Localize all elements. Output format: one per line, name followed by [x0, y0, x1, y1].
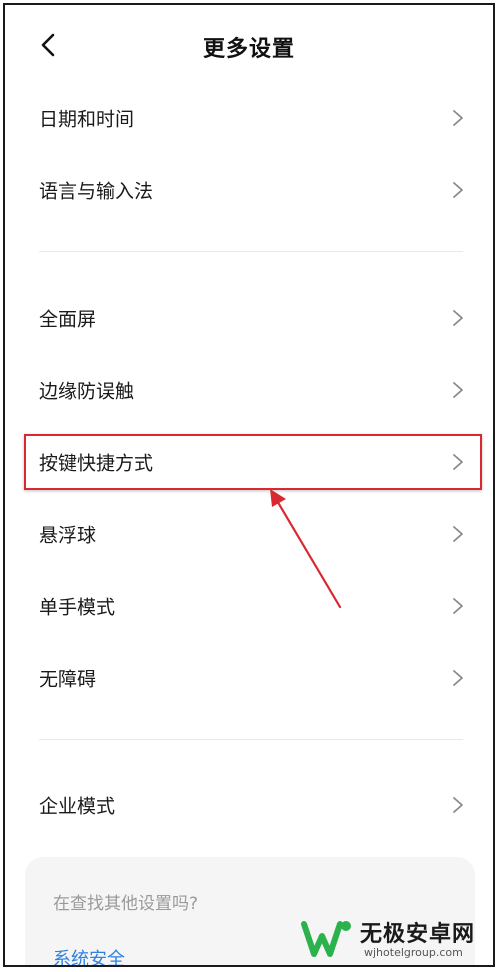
red-arrow-icon: [270, 489, 342, 609]
settings-item-label: 悬浮球: [39, 524, 97, 547]
chevron-right-icon: [453, 382, 463, 398]
group-divider: [39, 739, 463, 740]
watermark: 无极安卓网 wjhotelgroup.com: [300, 912, 496, 968]
chevron-right-icon: [453, 110, 463, 126]
settings-item-label: 全面屏: [39, 308, 97, 331]
settings-item-label: 企业模式: [39, 795, 116, 818]
highlight-box: [24, 434, 482, 490]
chevron-right-icon: [453, 670, 463, 686]
system-security-link[interactable]: 系统安全: [53, 945, 125, 965]
settings-item-date-time[interactable]: 日期和时间: [5, 88, 493, 148]
settings-item-label: 语言与输入法: [39, 180, 154, 203]
chevron-right-icon: [453, 797, 463, 813]
watermark-logo-icon: [301, 921, 351, 957]
chevron-right-icon: [453, 310, 463, 326]
search-card-title: 在查找其他设置吗?: [53, 894, 199, 914]
settings-item-language-input[interactable]: 语言与输入法: [5, 160, 493, 220]
watermark-url: wjhotelgroup.com: [364, 946, 463, 959]
settings-item-full-screen[interactable]: 全面屏: [5, 288, 493, 348]
chevron-right-icon: [453, 598, 463, 614]
settings-item-label: 边缘防误触: [39, 380, 135, 403]
settings-item-edge-touch[interactable]: 边缘防误触: [5, 360, 493, 420]
settings-item-label: 单手模式: [39, 596, 116, 619]
settings-item-one-hand-mode[interactable]: 单手模式: [5, 576, 493, 636]
settings-item-accessibility[interactable]: 无障碍: [5, 648, 493, 708]
watermark-name: 无极安卓网: [360, 922, 476, 947]
group-divider: [39, 251, 463, 252]
settings-item-floating-ball[interactable]: 悬浮球: [5, 504, 493, 564]
chevron-right-icon: [453, 526, 463, 542]
page-title: 更多设置: [202, 37, 295, 62]
screen-frame: 更多设置 日期和时间 语言与输入法 全面屏 边缘防误触 按键快捷方式 悬浮球 单…: [3, 3, 495, 967]
settings-item-label: 无障碍: [39, 668, 97, 691]
header-bar: 更多设置: [5, 5, 493, 85]
settings-item-label: 日期和时间: [39, 108, 135, 131]
chevron-right-icon: [453, 182, 463, 198]
settings-item-enterprise-mode[interactable]: 企业模式: [5, 775, 493, 835]
